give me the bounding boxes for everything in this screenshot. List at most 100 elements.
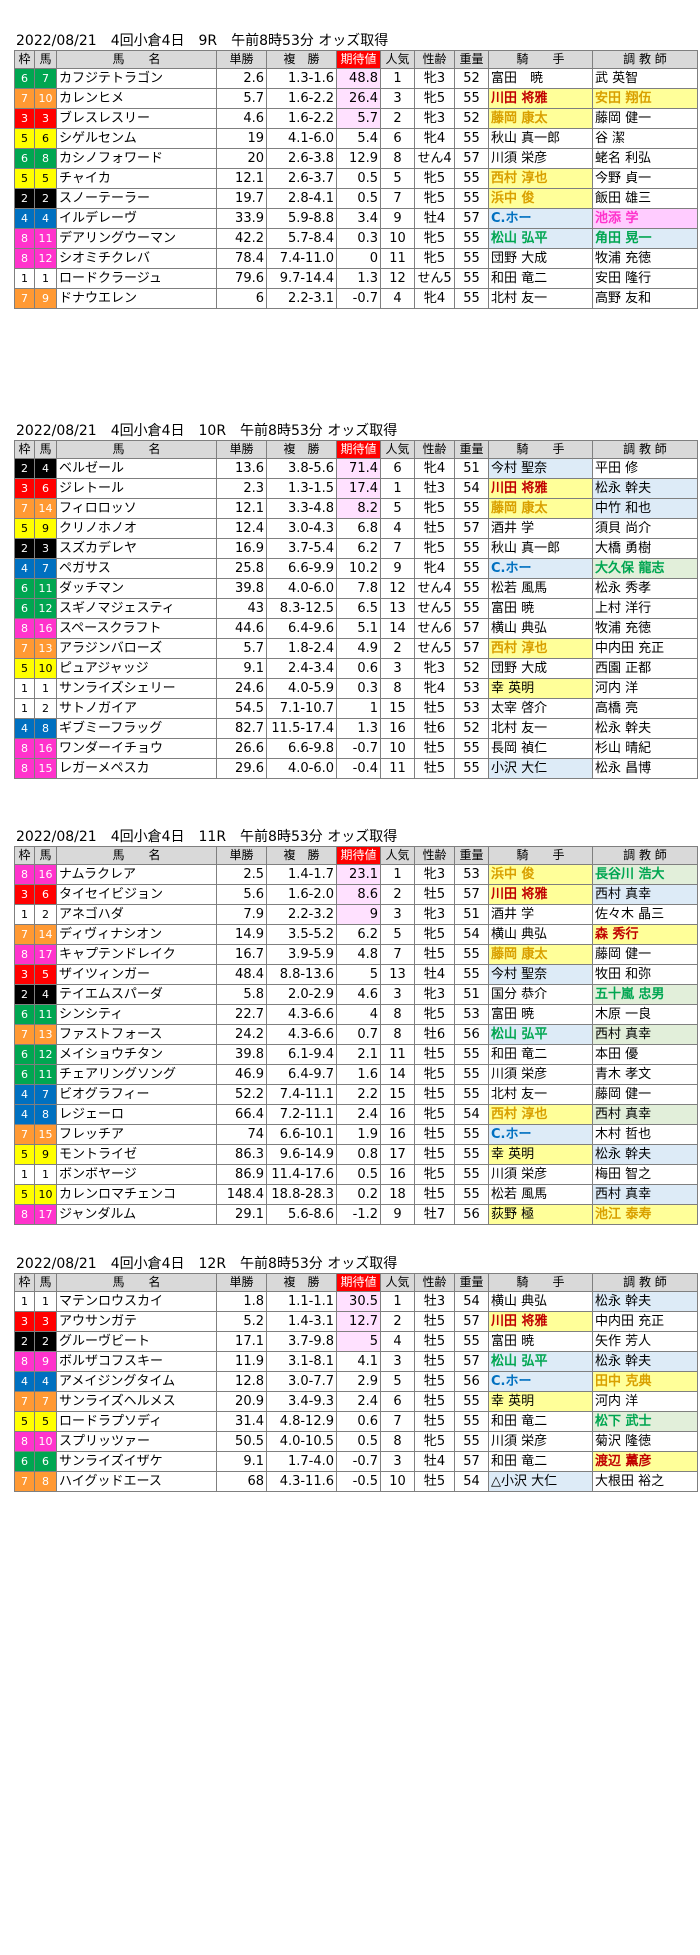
popularity: 4 xyxy=(380,518,415,539)
horse-name: ロードラプソディ xyxy=(56,1411,217,1432)
horse-row: 5 10 カレンロマチェンコ 148.4 18.8-28.3 0.2 18 牡5 55 松若 風馬… xyxy=(14,1184,698,1205)
waku-cell: 8 xyxy=(14,738,35,759)
expected-value: 0.5 xyxy=(336,168,381,189)
popularity: 12 xyxy=(380,268,415,289)
horse-name: グルーヴビート xyxy=(56,1331,217,1352)
race-header: 2022/08/21 4回小倉4日 9R 午前8時53分 オッズ取得 xyxy=(16,33,389,49)
waku-cell: 8 xyxy=(14,618,35,639)
win-odds: 11.9 xyxy=(216,1351,267,1372)
waku-cell: 8 xyxy=(14,758,35,779)
expected-value: -0.7 xyxy=(336,738,381,759)
popularity: 10 xyxy=(380,1471,415,1492)
place-odds: 6.6-9.8 xyxy=(266,738,337,759)
sex-age: 牡3 xyxy=(414,1291,455,1312)
win-odds: 50.5 xyxy=(216,1431,267,1452)
popularity: 12 xyxy=(380,578,415,599)
weight: 57 xyxy=(454,148,489,169)
waku-cell: 4 xyxy=(14,1104,35,1125)
popularity: 1 xyxy=(380,478,415,499)
weight: 55 xyxy=(454,1411,489,1432)
horse-row: 2 4 テイエムスパーダ 5.8 2.0-2.9 4.6 3 牝3 51 国分 恭介 五十嵐 忠男 xyxy=(14,984,698,1005)
horse-row: 6 11 チェアリングソング 46.9 6.4-9.7 1.6 14 牝5 55 川須 栄彦 青木 … xyxy=(14,1064,698,1085)
weight: 55 xyxy=(454,598,489,619)
horse-name: アメイジングタイム xyxy=(56,1371,217,1392)
place-odds: 11.4-17.6 xyxy=(266,1164,337,1185)
waku-cell: 7 xyxy=(14,924,35,945)
jockey-name: 富田 暁 xyxy=(488,1004,593,1025)
trainer-name: 青木 孝文 xyxy=(592,1064,698,1085)
sex-age: 牝5 xyxy=(414,1004,455,1025)
waku-cell: 1 xyxy=(14,1291,35,1312)
waku-cell: 1 xyxy=(14,698,35,719)
horse-name: ボンボヤージ xyxy=(56,1164,217,1185)
race-header: 2022/08/21 4回小倉4日 10R 午前8時53分 オッズ取得 xyxy=(16,423,398,439)
trainer-name: 佐々木 晶三 xyxy=(592,904,698,925)
weight: 55 xyxy=(454,88,489,109)
jockey-name: 団野 大成 xyxy=(488,658,593,679)
expected-value: 6.8 xyxy=(336,518,381,539)
weight: 57 xyxy=(454,618,489,639)
horse-row: 8 16 ナムラクレア 2.5 1.4-1.7 23.1 1 牝3 53 浜中 俊長谷川 浩大 xyxy=(14,864,698,885)
column-header-row: 枠 馬 馬 名 単勝 複 勝 期待値 人気 性齢 重量 騎 手 調 教 師 xyxy=(14,846,698,865)
sex-age: せん4 xyxy=(414,578,455,599)
weight: 55 xyxy=(454,964,489,985)
place-odds: 5.9-8.8 xyxy=(266,208,337,229)
horse-row: 8 12 シオミチクレバ 78.4 7.4-11.0 0 11 牝5 55 団野 大成 牧浦 充徳 xyxy=(14,248,698,269)
horse-name: ジレトール xyxy=(56,478,217,499)
uma-cell: 9 xyxy=(34,288,57,309)
horse-row: 8 16 スペースクラフト 44.6 6.4-9.6 5.1 14 せん6 57 横山 典弘 牧浦 … xyxy=(14,618,698,639)
win-odds: 31.4 xyxy=(216,1411,267,1432)
sex-age: 牡5 xyxy=(414,1044,455,1065)
expected-value: 8.6 xyxy=(336,884,381,905)
waku-cell: 4 xyxy=(14,1084,35,1105)
waku-cell: 8 xyxy=(14,248,35,269)
sex-age: 牡5 xyxy=(414,1351,455,1372)
horse-name: シゲルセンム xyxy=(56,128,217,149)
trainer-name: 蛯名 利弘 xyxy=(592,148,698,169)
horse-row: 4 4 イルデレーヴ 33.9 5.9-8.8 3.4 9 牡4 57 C.ホー 池添 学 xyxy=(14,208,698,229)
expected-value: 48.8 xyxy=(336,68,381,89)
trainer-name: 松永 幹夫 xyxy=(592,718,698,739)
uma-cell: 7 xyxy=(34,1391,57,1412)
sex-age: 牝5 xyxy=(414,1104,455,1125)
trainer-name: 田中 克典 xyxy=(592,1371,698,1392)
place-odds: 8.3-12.5 xyxy=(266,598,337,619)
col-ev: 期待値 xyxy=(336,50,381,69)
expected-value: 6.5 xyxy=(336,598,381,619)
sex-age: 牡5 xyxy=(414,1144,455,1165)
trainer-name: 長谷川 浩大 xyxy=(592,864,698,885)
win-odds: 2.3 xyxy=(216,478,267,499)
horse-name: モントライゼ xyxy=(56,1144,217,1165)
place-odds: 4.1-6.0 xyxy=(266,128,337,149)
uma-cell: 13 xyxy=(34,638,57,659)
waku-cell: 2 xyxy=(14,458,35,479)
sex-age: 牝5 xyxy=(414,88,455,109)
sex-age: 牡5 xyxy=(414,1184,455,1205)
trainer-name: 杉山 晴紀 xyxy=(592,738,698,759)
place-odds: 2.2-3.2 xyxy=(266,904,337,925)
col-trainer: 調 教 師 xyxy=(592,1273,698,1292)
col-pop: 人気 xyxy=(380,50,415,69)
win-odds: 1.8 xyxy=(216,1291,267,1312)
weight: 57 xyxy=(454,518,489,539)
place-odds: 3.7-5.4 xyxy=(266,538,337,559)
sex-age: 牡5 xyxy=(414,884,455,905)
win-odds: 25.8 xyxy=(216,558,267,579)
horse-row: 7 13 ファストフォース 24.2 4.3-6.6 0.7 8 牡6 56 松山 弘平 西村 真幸 xyxy=(14,1024,698,1045)
sex-age: 牡7 xyxy=(414,1204,455,1225)
jockey-name: C.ホー xyxy=(488,1371,593,1392)
trainer-name: 木原 一良 xyxy=(592,1004,698,1025)
expected-value: 0.6 xyxy=(336,1411,381,1432)
trainer-name: 藤岡 健一 xyxy=(592,944,698,965)
expected-value: 5 xyxy=(336,964,381,985)
place-odds: 4.0-6.0 xyxy=(266,578,337,599)
popularity: 16 xyxy=(380,1104,415,1125)
waku-cell: 6 xyxy=(14,148,35,169)
expected-value: 7.8 xyxy=(336,578,381,599)
trainer-name: 松永 幹夫 xyxy=(592,1144,698,1165)
uma-cell: 16 xyxy=(34,864,57,885)
sex-age: 牡5 xyxy=(414,758,455,779)
place-odds: 1.3-1.6 xyxy=(266,68,337,89)
horse-name: スノーテーラー xyxy=(56,188,217,209)
uma-cell: 7 xyxy=(34,1084,57,1105)
